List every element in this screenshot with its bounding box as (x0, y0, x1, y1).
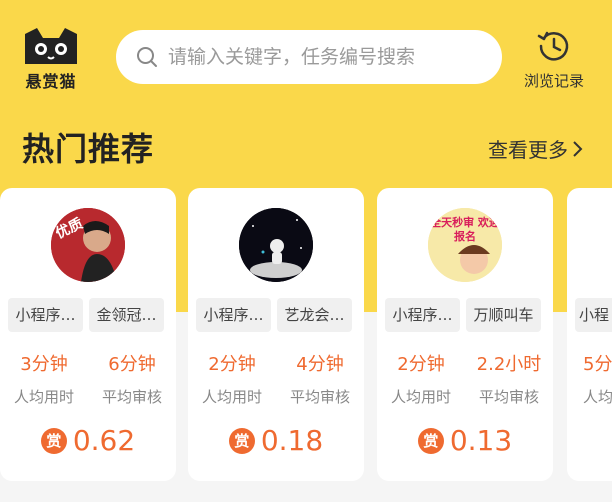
reward-badge-icon: 赏 (40, 427, 67, 454)
logo-text: 悬赏猫 (25, 72, 77, 91)
cat-logo-icon (25, 28, 77, 64)
avg-review-value: 2.2小时 (476, 354, 542, 375)
avg-review-label: 平均审核 (289, 388, 350, 406)
view-more-label: 查看更多 (488, 138, 568, 162)
avg-time-label: 人均用时 (201, 388, 262, 406)
avg-review-label: 平均审核 (101, 388, 162, 406)
search-icon (137, 47, 157, 67)
search-input[interactable] (166, 45, 490, 69)
task-tag: 小程 (575, 298, 612, 332)
reward-amount: 0.13 (449, 424, 513, 457)
reward: 赏 0.13 (377, 424, 553, 457)
reward: 赏 0.62 (0, 424, 176, 457)
avg-time-label: 人均用时 (13, 388, 74, 406)
avg-time-value: 3分钟 (20, 354, 68, 375)
task-tag: 金领冠… (89, 298, 164, 332)
reward-badge-icon: 赏 (228, 427, 255, 454)
reward: 赏 0.18 (188, 424, 364, 457)
task-tag: 小程序… (385, 298, 460, 332)
task-tag: 万顺叫车 (466, 298, 541, 332)
reward-badge-icon: 赏 (417, 427, 444, 454)
task-avatar (239, 208, 313, 282)
search-bar[interactable] (116, 30, 502, 84)
history-label: 浏览记录 (523, 72, 584, 90)
avg-time-label: 人均 (583, 388, 612, 406)
history-button[interactable]: 浏览记录 (516, 28, 592, 91)
history-clock-icon (537, 31, 569, 61)
reward-amount: 0.18 (260, 424, 324, 457)
task-card[interactable]: 小程序… 艺龙会… 2分钟 人均用时 4分钟 平均审核 赏 0.18 (188, 188, 364, 481)
app-logo[interactable]: 悬赏猫 (18, 26, 84, 92)
task-tag: 小程序… (8, 298, 83, 332)
avg-time-value: 2分钟 (208, 354, 256, 375)
task-avatar: 优质 (51, 208, 125, 282)
task-avatar: 全天秒审 欢迎报名 (428, 208, 502, 282)
avg-time-label: 人均用时 (390, 388, 451, 406)
task-card[interactable]: 全天秒审 欢迎报名 小程序… 万顺叫车 2分钟 人均用时 2.2小时 平均审核 … (377, 188, 553, 481)
avg-time-value: 5分 (583, 354, 612, 375)
avatar-promo-text: 全天秒审 欢迎报名 (430, 216, 500, 243)
task-tag: 小程序… (196, 298, 271, 332)
section-title: 热门推荐 (22, 130, 155, 168)
task-tag: 艺龙会… (277, 298, 352, 332)
chevron-right-icon (573, 140, 583, 157)
task-card[interactable]: 优质 小程序… 金领冠… 3分钟 人均用时 6分钟 平均审核 赏 0.62 (0, 188, 176, 481)
avg-review-label: 平均审核 (478, 388, 539, 406)
view-more-link[interactable]: 查看更多 (488, 134, 584, 163)
avg-review-value: 6分钟 (108, 354, 156, 375)
avg-review-value: 4分钟 (296, 354, 344, 375)
reward-amount: 0.62 (72, 424, 136, 457)
avg-time-value: 2分钟 (397, 354, 445, 375)
task-card[interactable]: 小程 5分 人均 (567, 188, 612, 481)
